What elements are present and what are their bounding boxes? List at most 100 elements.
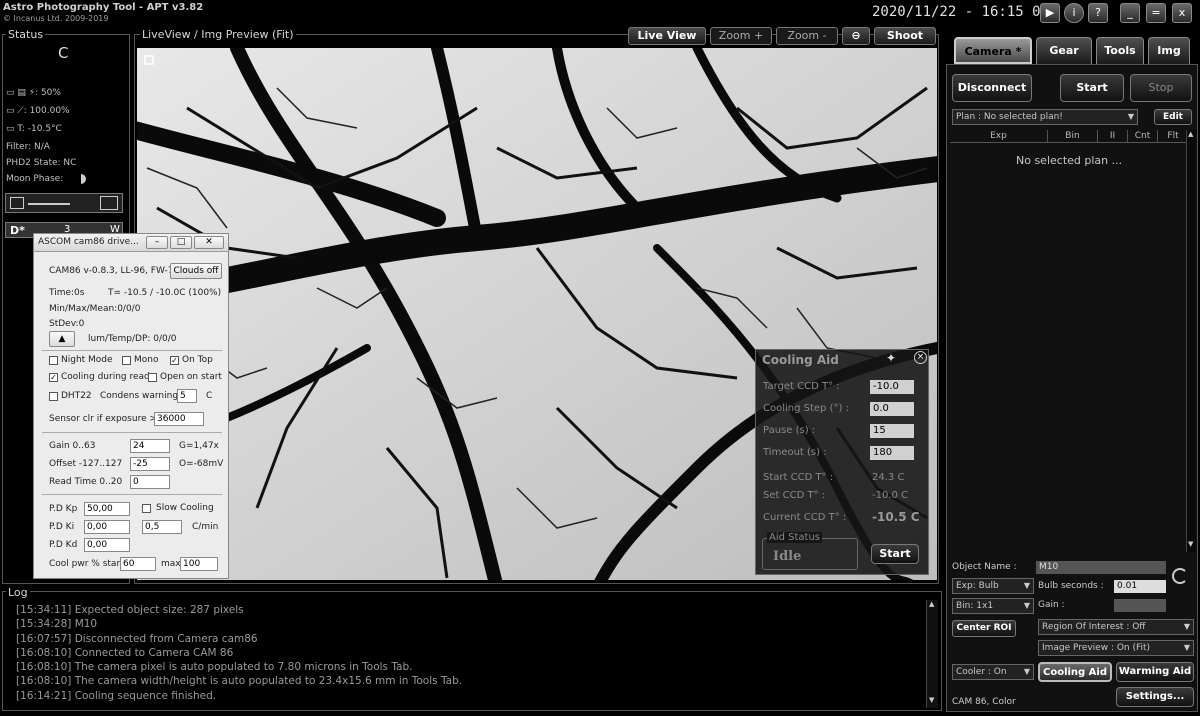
coolpwr-input[interactable]: 60 [120,557,156,571]
mono-label: Mono [134,355,159,365]
scroll-down-icon[interactable]: ▼ [1188,540,1193,548]
scroll-down-icon[interactable]: ▼ [929,696,934,704]
tab-tools[interactable]: Tools [1096,37,1144,64]
plan-scrollbar[interactable]: ▲ ▼ [1186,130,1196,552]
settings-button[interactable]: Settings... [1116,687,1194,707]
cooler-select[interactable]: Cooler : On [952,664,1034,680]
phd2-status: PHD2 State: NC [6,158,77,168]
roi-select[interactable]: Region Of Interest : Off [1038,619,1194,635]
zoom-out-button[interactable]: Zoom - [776,27,838,45]
live-view-button[interactable]: Live View [628,27,706,45]
pid-kp-input[interactable]: 50,00 [84,502,130,516]
center-roi-button[interactable]: Center ROI [952,620,1016,637]
crosshair-button[interactable]: ⊖ [842,27,870,45]
scroll-up-icon[interactable]: ▲ [1188,130,1193,138]
offset-label: Offset -127..127 [49,459,123,469]
filter-status: Filter: N/A [6,142,50,152]
battery-status: ▭ ▤ ⚡: 50% [6,88,61,98]
bulb-seconds-label: Bulb seconds : [1038,581,1104,591]
readtime-input[interactable]: 0 [130,475,170,489]
warming-aid-button[interactable]: Warming Aid [1116,662,1194,682]
shoot-button[interactable]: Shoot [874,27,936,45]
plan-select[interactable]: Plan : No selected plan! [952,109,1138,125]
log-title: Log [6,586,30,599]
cooling-aid-button[interactable]: Cooling Aid [1038,662,1112,682]
ascom-stddev: StDev:0 [49,319,85,329]
cooling-step-input[interactable]: 0.0 [870,402,914,416]
cooling-aid-title: Cooling Aid [762,353,839,367]
cooling-rate-input[interactable]: 0,5 [142,520,182,534]
column-exp: Exp [950,130,1048,142]
ascom-minimize-button[interactable]: – [146,236,168,249]
ascom-version: CAM86 v-0.8.3, LL-96, FW-7 [49,266,174,276]
tab-camera[interactable]: Camera * [954,37,1032,64]
start-button[interactable]: Start [1060,74,1124,102]
scroll-up-icon[interactable]: ▲ [929,600,934,608]
minimize-button[interactable]: _ [1120,3,1140,23]
on-top-checkbox[interactable]: ✓ [170,356,179,365]
log-scrollbar[interactable]: ▲ ▼ [926,600,938,708]
open-start-checkbox[interactable] [148,373,157,382]
close-button[interactable]: x [1172,3,1192,23]
mono-checkbox[interactable] [122,356,131,365]
pin-icon[interactable]: ✦ [886,351,896,365]
target-temp-input[interactable]: -10.0 [870,380,914,394]
cooling-read-checkbox[interactable]: ✓ [49,373,58,382]
bin-select[interactable]: Bin: 1x1 [952,598,1034,614]
exposure-select[interactable]: Exp: Bulb [952,578,1034,594]
gain-input[interactable] [1114,599,1166,612]
pid-kd-label: P.D Kd [49,540,78,550]
temp-status: ▭ T: -10.5°C [6,124,62,134]
pause-input[interactable]: 15 [870,424,914,438]
gain-input[interactable]: 24 [130,439,170,453]
clouds-off-button[interactable]: Clouds off [170,263,222,279]
aid-status-value: Idle [773,549,802,564]
start-temp-label: Start CCD T° : [763,472,834,483]
bulb-seconds-input[interactable]: 0.01 [1114,580,1166,593]
ascom-temp: T= -10.5 / -10.0C (100%) [108,288,222,298]
condens-input[interactable]: 5 [177,389,197,403]
help-button[interactable]: ? [1088,3,1108,23]
object-name-input[interactable]: M10 [1036,561,1166,574]
collapse-arrow-button[interactable]: ▲ [49,331,75,347]
slow-cooling-checkbox[interactable] [142,504,151,513]
tab-img[interactable]: Img [1148,37,1190,64]
timeout-input[interactable]: 180 [870,446,914,460]
edit-plan-button[interactable]: Edit [1154,109,1192,125]
cooling-start-button[interactable]: Start [871,544,919,564]
image-preview-select[interactable]: Image Preview : On (Fit) [1038,640,1194,656]
max-label: max [161,559,181,569]
condens-label: Condens warning [100,391,179,401]
play-button[interactable]: ▶ [1040,3,1060,23]
cooling-aid-dialog: Cooling Aid ✦ × Target CCD T° : -10.0 Co… [755,349,929,575]
night-mode-label: Night Mode [61,355,113,365]
cooling-aid-close-icon[interactable]: × [914,351,927,364]
disconnect-button[interactable]: Disconnect [952,74,1032,102]
exposure-slider[interactable] [5,193,123,213]
tab-gear[interactable]: Gear [1036,37,1092,64]
pid-kd-input[interactable]: 0,00 [84,538,130,552]
info-button[interactable]: i [1064,3,1084,23]
pid-ki-input[interactable]: 0,00 [84,520,130,534]
stop-button[interactable]: Stop [1130,74,1192,102]
refresh-icon[interactable] [1172,568,1188,584]
maximize-button[interactable]: = [1146,3,1166,23]
sensor-clr-input[interactable]: 36000 [154,412,204,426]
log-line: [16:08:10] Connected to Camera CAM 86 [16,646,234,659]
plan-table-header: Exp Bin II Cnt Flt [950,130,1188,143]
readtime-label: Read Time 0..20 [49,477,123,487]
offset-input[interactable]: -25 [130,457,170,471]
log-line: [16:14:21] Cooling sequence finished. [16,689,217,702]
dht22-checkbox[interactable] [49,392,58,401]
max-input[interactable]: 100 [180,557,218,571]
pid-ki-label: P.D Ki [49,522,75,532]
ascom-separator [42,494,222,495]
zoom-in-button[interactable]: Zoom + [710,27,772,45]
ascom-close-button[interactable]: ✕ [194,236,224,249]
moon-phase-icon [76,174,86,184]
night-mode-checkbox[interactable] [49,356,58,365]
dht22-label: DHT22 [61,391,92,401]
gain-multiplier: G=1,47x [179,441,219,451]
ascom-maximize-button[interactable]: □ [170,236,192,249]
log-line: [16:07:57] Disconnected from Camera cam8… [16,632,258,645]
